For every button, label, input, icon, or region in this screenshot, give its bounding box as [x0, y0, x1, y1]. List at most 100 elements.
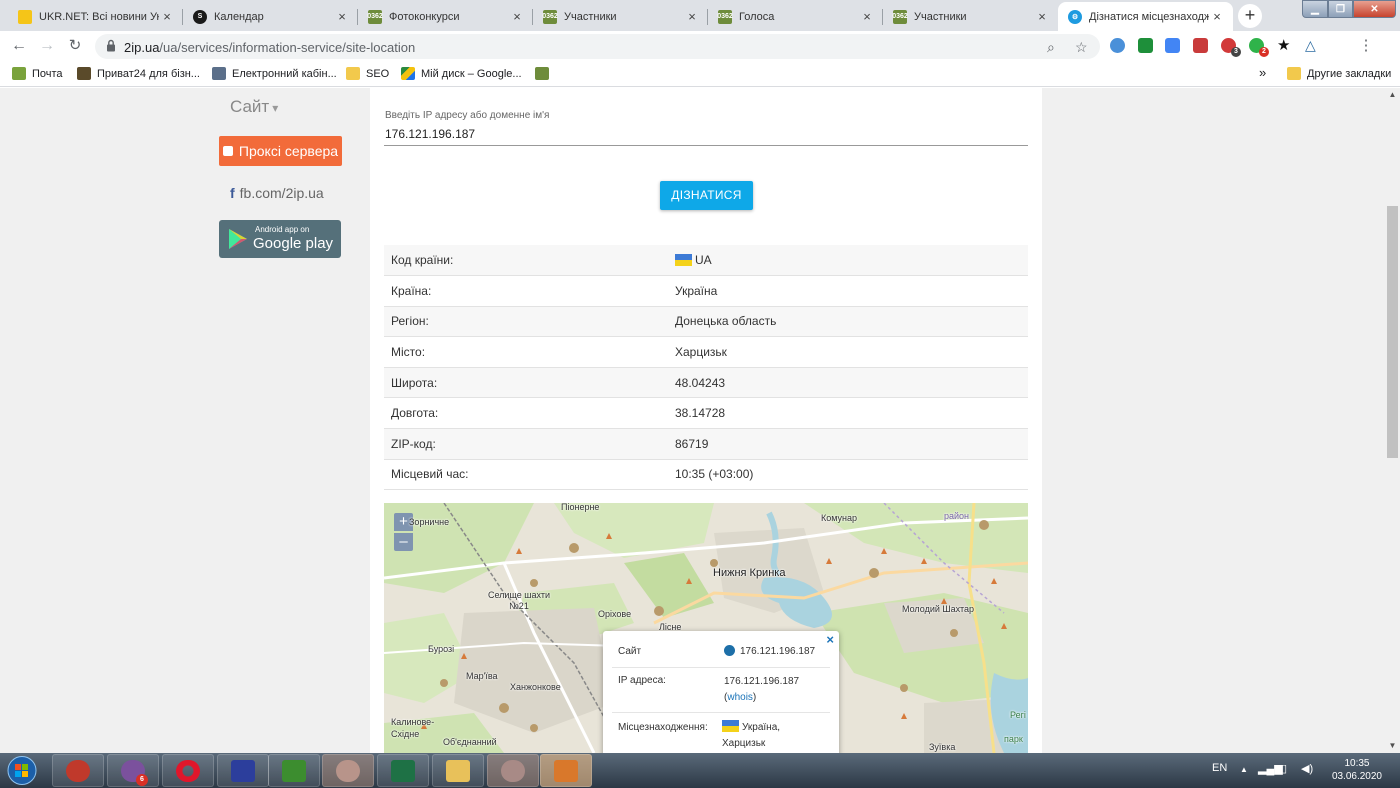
windows-start-icon[interactable] [4, 755, 40, 786]
proxy-button-label: Проксі сервера [238, 143, 339, 159]
new-tab-button[interactable]: + [1238, 4, 1262, 28]
page-viewport: Сайт ▾ Проксі сервера f fb.com/2ip.ua Andr… [0, 88, 1385, 753]
tab-participants[interactable]: 0362 Участники × [533, 2, 708, 31]
tab-participants-2[interactable]: 0362 Участники × [883, 2, 1058, 31]
taskbar-app-save[interactable] [217, 754, 269, 787]
power-icon[interactable]: ▯ [1281, 762, 1287, 775]
reload-icon[interactable]: ↻ [65, 36, 85, 56]
window-controls: ▁ ❐ ✕ [1302, 0, 1396, 18]
bookmark-seo[interactable]: SEO [346, 67, 389, 80]
map-zoom-out-button[interactable]: – [394, 533, 413, 551]
address-bar[interactable]: 2ip.ua/ua/services/information-service/s… [95, 34, 1100, 59]
close-icon[interactable]: × [159, 9, 175, 24]
tab-title: Календар [214, 10, 264, 23]
shield-badge: 2 [1259, 47, 1269, 57]
country-code-value: UA [668, 245, 1028, 277]
onedrive-icon[interactable] [1110, 38, 1125, 53]
table-row: Регіон: Донецька область [384, 306, 1028, 338]
volume-icon[interactable]: ◀) [1301, 762, 1313, 775]
proxy-servers-button[interactable]: Проксі сервера [219, 136, 342, 166]
tab-photo-contests[interactable]: 0362 Фотоконкурси × [358, 2, 533, 31]
close-icon[interactable]: × [509, 9, 525, 24]
bookmark-label: Приват24 для бізн... [97, 67, 200, 80]
bookmark-star-icon[interactable]: ☆ [1075, 39, 1088, 56]
bookmark-google-drive[interactable]: Мій диск – Google... [401, 67, 522, 80]
close-icon[interactable]: × [859, 9, 875, 24]
map-label: Оріхове [598, 609, 632, 619]
popup-row-location: Місцезнаходження: Україна, Харцизьк [612, 713, 830, 753]
browser-toolbar: ← → ↻ 2ip.ua/ua/services/information-ser… [0, 31, 1400, 61]
facebook-icon: f [230, 185, 235, 201]
bookmark-e-cabinet[interactable]: Електронний кабін... [212, 67, 337, 80]
tray-expand-icon[interactable]: ▲ [1240, 765, 1248, 774]
tab-site-location[interactable]: ⚙ Дізнатися місцезнаходж × [1058, 2, 1233, 31]
network-icon[interactable]: ▂▄▆ [1258, 762, 1283, 775]
tab-ukrnet[interactable]: UKR.NET: Всі новини Укр × [8, 2, 183, 31]
zoom-search-icon[interactable]: ⌕ [1047, 39, 1055, 56]
chevron-down-icon: ▾ [272, 101, 279, 115]
popup-site-value: 176.121.196.187 [724, 644, 815, 660]
site-toggle[interactable]: Сайт ▾ [230, 97, 278, 117]
scrollbar-thumb[interactable] [1387, 206, 1398, 458]
system-clock[interactable]: 10:35 03.06.2020 [1332, 757, 1382, 783]
taskbar-app-viber[interactable]: 6 [107, 754, 159, 787]
map-label: Бурозі [428, 644, 455, 654]
taskbar-app-active[interactable] [540, 754, 592, 787]
bookmark-mail[interactable]: Почта [12, 67, 63, 80]
taskbar-app-excel[interactable] [377, 754, 429, 787]
bookmarks-overflow-icon[interactable]: » [1259, 65, 1266, 80]
table-row: Довгота: 38.14728 [384, 397, 1028, 430]
whois-link[interactable]: whois [727, 692, 753, 703]
facebook-link[interactable]: f fb.com/2ip.ua [230, 185, 324, 201]
tab-title: UKR.NET: Всі новини Укр [39, 10, 159, 23]
forward-icon[interactable]: → [37, 36, 57, 56]
site-0362-icon: 0362 [367, 9, 383, 24]
translate-icon[interactable] [1165, 38, 1180, 53]
tab-votes[interactable]: 0362 Голоса × [708, 2, 883, 31]
taskbar-app-blurred-2[interactable] [487, 754, 539, 787]
facebook-link-label: fb.com/2ip.ua [239, 185, 324, 201]
bookmark-label: Електронний кабін... [232, 67, 337, 80]
other-bookmarks[interactable]: Другие закладки [1287, 67, 1391, 80]
close-window-button[interactable]: ✕ [1353, 0, 1396, 18]
pdf-icon[interactable] [1193, 38, 1208, 53]
taskbar-app-blurred[interactable] [322, 754, 374, 787]
close-icon[interactable]: × [1034, 9, 1050, 24]
maximize-button[interactable]: ❐ [1328, 0, 1353, 18]
google-play-text: Google play [253, 235, 334, 252]
tab-calendar[interactable]: S Календар × [183, 2, 358, 31]
popup-location-country: Україна, [742, 722, 781, 733]
language-indicator[interactable]: EN [1212, 762, 1227, 774]
back-icon[interactable]: ← [9, 36, 29, 56]
bookmark-privat24[interactable]: Приват24 для бізн... [77, 67, 200, 80]
star-extension-icon[interactable]: ★ [1277, 38, 1292, 53]
ukrnet-icon [18, 9, 32, 24]
scroll-up-icon[interactable]: ▲ [1385, 88, 1400, 102]
taskbar-app-green[interactable] [268, 754, 320, 787]
popup-row-ip: IP адреса: 176.121.196.187 (whois) [612, 668, 830, 713]
bookmark-0362[interactable] [535, 67, 555, 80]
bookmarks-bar: Почта Приват24 для бізн... Електронний к… [0, 61, 1400, 87]
main-card: Введіть IP адресу або доменне ім'я ДІЗНА… [370, 88, 1042, 753]
city-label: Місто: [384, 336, 668, 368]
blurred-icon [501, 760, 525, 782]
minimize-button[interactable]: ▁ [1302, 0, 1328, 18]
android-app-on-text: Android app on [255, 225, 310, 234]
taskbar-app-explorer[interactable] [432, 754, 484, 787]
scroll-down-icon[interactable]: ▼ [1385, 739, 1400, 753]
ip-input[interactable] [384, 123, 1028, 146]
find-out-button[interactable]: ДІЗНАТИСЯ [660, 181, 753, 210]
close-icon[interactable]: × [1209, 9, 1225, 24]
close-icon[interactable]: × [684, 9, 700, 24]
page-scrollbar[interactable]: ▲ ▼ [1385, 88, 1400, 753]
taskbar-app-opera[interactable] [162, 754, 214, 787]
taskbar-app-webcam[interactable] [52, 754, 104, 787]
ext-green-icon[interactable] [1138, 38, 1153, 53]
close-icon[interactable]: × [334, 9, 350, 24]
zip-label: ZIP-код: [384, 428, 668, 460]
delta-icon[interactable]: △ [1305, 38, 1320, 53]
google-play-badge[interactable]: Android app on Google play [219, 220, 341, 258]
menu-icon[interactable]: ⋮ [1356, 36, 1376, 56]
location-map[interactable]: + – Піонерне Зорничне Комунар Нижня Крин… [384, 503, 1028, 753]
map-label: Селище шахти №21 [487, 590, 551, 611]
